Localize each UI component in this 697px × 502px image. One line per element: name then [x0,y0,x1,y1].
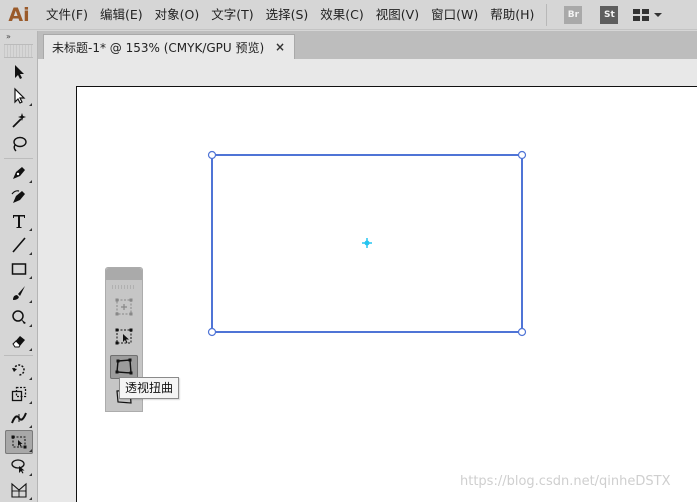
stock-button[interactable]: St [600,5,619,24]
workspace-switcher-button[interactable] [633,8,663,22]
shape-builder-icon [11,459,25,474]
menu-file[interactable]: 文件(F) [40,0,94,30]
line-segment-tool[interactable] [5,233,33,257]
menu-window[interactable]: 窗口(W) [425,0,484,30]
tools-panel-collapse[interactable]: » [0,31,37,42]
tool-separator [4,158,33,159]
paintbrush-icon [13,286,25,300]
free-transform-icon [11,435,27,449]
shaper-icon [12,310,26,324]
perspective-distort-button[interactable] [110,355,138,379]
tools-panel-handle[interactable] [4,44,33,58]
tools-panel: » [0,31,38,502]
close-tab-button[interactable]: × [275,40,285,54]
tool-group-indicator [29,252,32,255]
anchor-point-bottom-right[interactable] [517,327,527,337]
tool-group-indicator [29,276,32,279]
paintbrush-tool[interactable] [5,281,33,305]
menu-help[interactable]: 帮助(H) [484,0,540,30]
scale-tool[interactable] [5,382,33,406]
eraser-tool[interactable] [5,329,33,353]
menu-object[interactable]: 对象(O) [149,0,206,30]
tool-group-indicator [29,425,32,428]
menu-type[interactable]: 文字(T) [205,0,259,30]
scale-icon [11,386,27,402]
lasso-tool[interactable] [5,132,33,156]
anchor-point-top-left[interactable] [207,150,217,160]
type-t-icon [13,215,25,228]
magic-wand-tool[interactable] [5,108,33,132]
flyout-title-bar[interactable] [106,268,142,280]
constrain-button[interactable] [110,295,138,319]
free-transform-tool[interactable] [5,430,33,454]
menu-separator [546,3,548,26]
shape-builder-tool[interactable] [5,454,33,478]
tool-group-indicator [29,473,32,476]
tool-group-indicator [29,348,32,351]
tool-group-indicator [29,103,32,106]
workspace-grid-icon [633,8,663,21]
anchor-point-bottom-left[interactable] [207,327,217,337]
tool-group-indicator [29,180,32,183]
constrain-icon [115,298,133,316]
width-icon [11,412,27,424]
width-tool[interactable] [5,406,33,430]
tool-group-indicator [29,228,32,231]
eraser-icon [12,336,25,348]
pen-nib-icon [13,167,25,179]
anchor-point-top-right[interactable] [517,150,527,160]
free-transform-icon [115,328,133,345]
direct-selection-arrow-icon [14,87,26,104]
perspective-distort-icon [115,358,133,375]
selection-tool[interactable] [5,60,33,84]
center-point-icon [362,238,372,248]
rotate-icon [12,364,25,376]
document-tab-bar: 未标题-1* @ 153% (CMYK/GPU 预览) × [38,31,697,59]
tool-group-indicator [29,449,32,452]
menu-view[interactable]: 视图(V) [370,0,425,30]
flyout-grip[interactable] [112,285,136,289]
tool-group-indicator [29,324,32,327]
direct-selection-tool[interactable] [5,84,33,108]
app-logo: Ai [8,3,30,26]
menu-list: 文件(F) 编辑(E) 对象(O) 文字(T) 选择(S) 效果(C) 视图(V… [40,0,540,30]
menu-select[interactable]: 选择(S) [260,0,315,30]
document-title: 未标题-1* @ 153% (CMYK/GPU 预览) [52,40,265,55]
pen-tool[interactable] [5,161,33,185]
watermark: https://blog.csdn.net/qinheDSTX [460,474,671,489]
type-tool[interactable] [5,209,33,233]
rotate-tool[interactable] [5,358,33,382]
tool-tooltip: 透视扭曲 [119,377,180,399]
tool-group-indicator [29,377,32,380]
free-transform-button[interactable] [110,325,138,349]
tool-separator [4,355,33,356]
menu-effect[interactable]: 效果(C) [314,0,369,30]
selection-arrow-icon [15,65,24,79]
document-tab[interactable]: 未标题-1* @ 153% (CMYK/GPU 预览) × [43,34,295,59]
perspective-grid-tool[interactable] [5,478,33,502]
line-segment-icon [12,237,26,253]
tool-group-indicator [29,401,32,404]
menu-edit[interactable]: 编辑(E) [94,0,149,30]
tool-group-indicator [29,497,32,500]
curvature-tool[interactable] [5,185,33,209]
perspective-grid-icon [11,482,27,498]
tool-group-indicator [29,300,32,303]
shaper-tool[interactable] [5,305,33,329]
bridge-button[interactable]: Br [564,5,583,24]
lasso-icon [13,136,27,152]
rectangle-icon [11,263,27,275]
magic-wand-icon [12,113,26,128]
rectangle-tool[interactable] [5,257,33,281]
curvature-pen-icon [11,190,25,203]
menu-bar: Ai 文件(F) 编辑(E) 对象(O) 文字(T) 选择(S) 效果(C) 视… [0,0,697,30]
